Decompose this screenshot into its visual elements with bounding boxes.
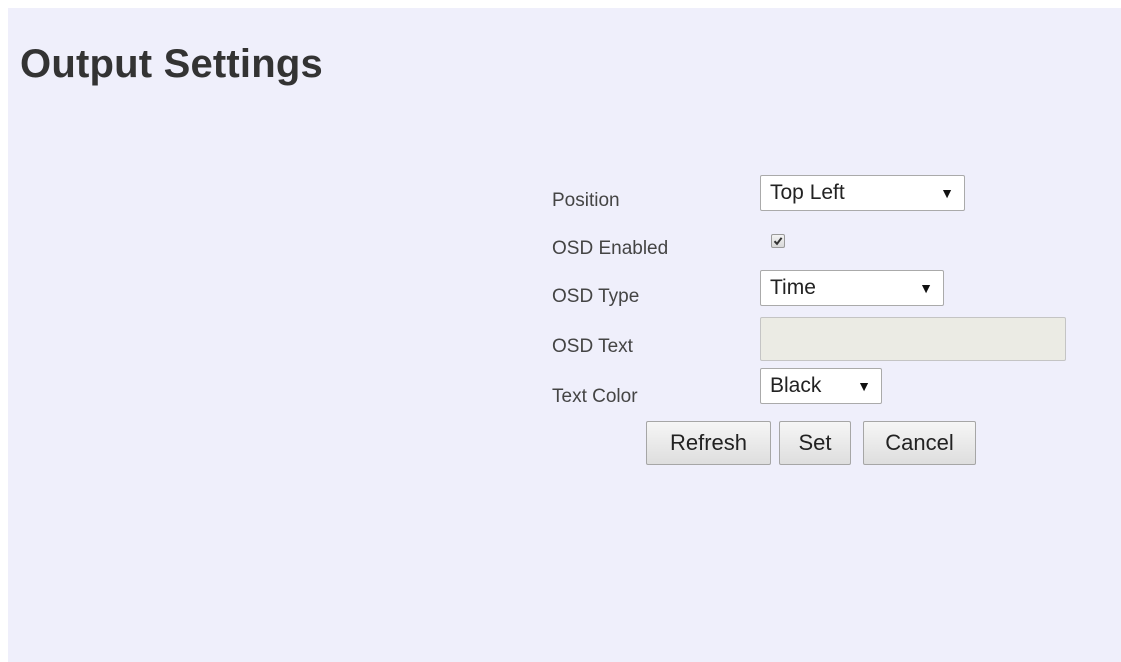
- chevron-down-icon: ▼: [857, 378, 871, 394]
- set-button[interactable]: Set: [779, 421, 851, 465]
- text-color-select-value: Black: [770, 374, 822, 397]
- osd-enabled-label: OSD Enabled: [552, 238, 669, 259]
- osd-type-label: OSD Type: [552, 286, 640, 307]
- position-select-value: Top Left: [770, 181, 845, 204]
- osd-type-select-value: Time: [770, 276, 816, 299]
- chevron-down-icon: ▼: [919, 280, 933, 296]
- osd-text-input[interactable]: [760, 317, 1066, 361]
- chevron-down-icon: ▼: [940, 185, 954, 201]
- page-title: Output Settings: [20, 42, 323, 86]
- position-label: Position: [552, 190, 620, 211]
- osd-enabled-checkbox[interactable]: [771, 234, 785, 248]
- checkmark-icon: [773, 237, 783, 246]
- osd-text-label: OSD Text: [552, 336, 633, 357]
- text-color-label: Text Color: [552, 386, 638, 407]
- position-select[interactable]: Top Left ▼: [760, 175, 965, 211]
- text-color-select[interactable]: Black ▼: [760, 368, 882, 404]
- refresh-button[interactable]: Refresh: [646, 421, 771, 465]
- cancel-button[interactable]: Cancel: [863, 421, 976, 465]
- osd-type-select[interactable]: Time ▼: [760, 270, 944, 306]
